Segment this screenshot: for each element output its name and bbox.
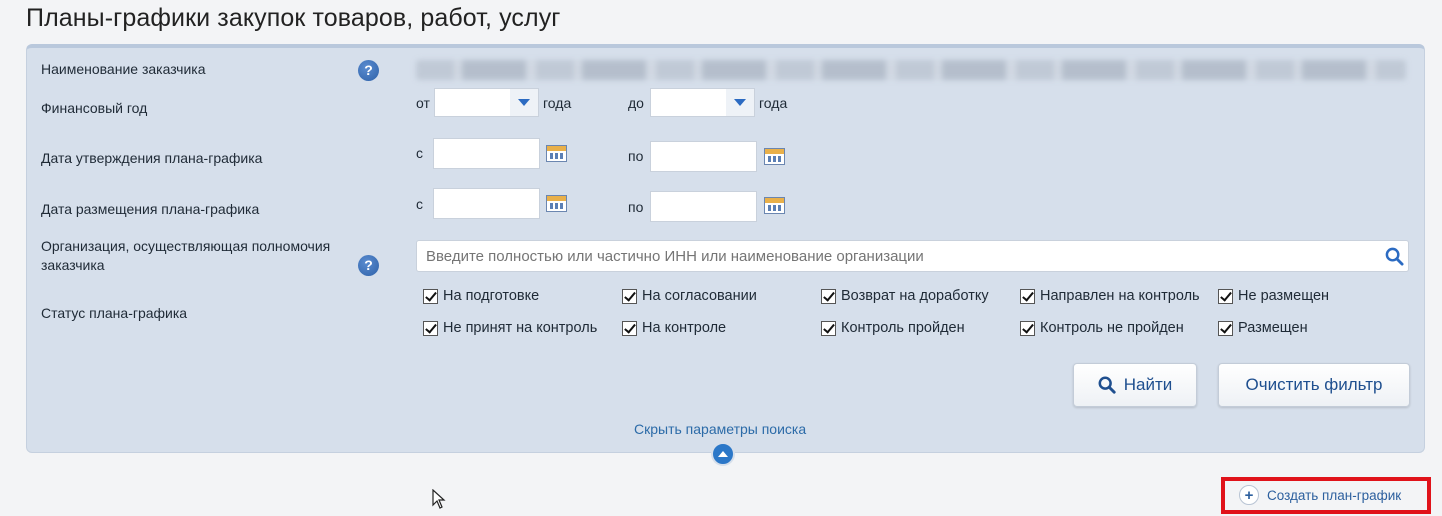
checkbox-checked-icon[interactable] <box>1020 288 1035 304</box>
find-button[interactable]: Найти <box>1073 363 1197 407</box>
status-checkbox[interactable]: Не принят на контроль <box>423 320 597 336</box>
placement-date-to-input[interactable] <box>650 191 757 222</box>
status-checkbox[interactable]: На контроле <box>622 320 726 336</box>
fin-year-to-select[interactable] <box>650 88 755 117</box>
status-checkbox[interactable]: Возврат на доработку <box>821 288 989 304</box>
checkbox-checked-icon[interactable] <box>821 288 836 304</box>
mouse-cursor-icon <box>432 489 446 509</box>
collapse-arrow-icon[interactable] <box>711 442 735 466</box>
clear-filter-button[interactable]: Очистить фильтр <box>1218 363 1410 407</box>
checkbox-checked-icon[interactable] <box>423 320 438 336</box>
status-checkbox[interactable]: Контроль не пройден <box>1020 320 1184 336</box>
status-checkbox[interactable]: Размещен <box>1218 320 1308 336</box>
approval-date-from-prefix: с <box>416 145 423 161</box>
calendar-icon[interactable] <box>546 195 567 212</box>
page-title: Планы-графики закупок товаров, работ, ус… <box>26 4 561 32</box>
status-checkbox[interactable]: Направлен на контроль <box>1020 288 1200 304</box>
placement-date-from-input[interactable] <box>433 188 540 219</box>
checkbox-checked-icon[interactable] <box>1020 320 1035 336</box>
customer-value-redacted <box>416 60 1406 80</box>
help-icon[interactable]: ? <box>358 60 379 81</box>
placement-date-to-prefix: по <box>628 199 644 215</box>
placement-date-from-prefix: с <box>416 196 423 212</box>
calendar-icon[interactable] <box>546 145 567 162</box>
approval-date-to-input[interactable] <box>650 141 757 172</box>
fin-year-from-prefix: от <box>416 95 430 111</box>
status-checkbox[interactable]: Не размещен <box>1218 288 1329 304</box>
calendar-icon[interactable] <box>764 197 785 214</box>
chevron-down-icon[interactable] <box>726 89 754 116</box>
approval-date-to-prefix: по <box>628 148 644 164</box>
customer-label: Наименование заказчика <box>41 61 206 77</box>
hide-search-params-link[interactable]: Скрыть параметры поиска <box>634 421 806 437</box>
status-checkbox[interactable]: На согласовании <box>622 288 757 304</box>
checkbox-checked-icon[interactable] <box>1218 288 1233 304</box>
placement-date-label: Дата размещения плана-графика <box>41 201 260 217</box>
search-icon[interactable] <box>1385 247 1404 266</box>
checkbox-checked-icon[interactable] <box>423 288 438 304</box>
approval-date-from-input[interactable] <box>433 138 540 169</box>
help-icon[interactable]: ? <box>358 255 379 276</box>
approval-date-label: Дата утверждения плана-графика <box>41 150 263 166</box>
status-checkbox[interactable]: Контроль пройден <box>821 320 965 336</box>
status-label: Статус плана-графика <box>41 305 188 321</box>
plus-icon: + <box>1239 485 1259 505</box>
checkbox-checked-icon[interactable] <box>821 320 836 336</box>
org-label-line2: заказчика <box>41 257 105 273</box>
fin-year-to-prefix: до <box>628 95 644 111</box>
org-search-input[interactable] <box>416 240 1409 272</box>
calendar-icon[interactable] <box>764 148 785 165</box>
org-label-line1: Организация, осуществляющая полномочия <box>41 238 331 254</box>
create-plan-button[interactable]: + Создать план-график <box>1233 482 1425 508</box>
fin-year-from-select[interactable] <box>434 88 539 117</box>
fin-year-to-suffix: года <box>759 95 788 111</box>
search-icon <box>1098 376 1116 394</box>
chevron-down-icon[interactable] <box>510 89 538 116</box>
checkbox-checked-icon[interactable] <box>622 288 637 304</box>
checkbox-checked-icon[interactable] <box>1218 320 1233 336</box>
checkbox-checked-icon[interactable] <box>622 320 637 336</box>
fin-year-label: Финансовый год <box>41 100 148 116</box>
status-checkbox[interactable]: На подготовке <box>423 288 539 304</box>
fin-year-from-suffix: года <box>543 95 572 111</box>
